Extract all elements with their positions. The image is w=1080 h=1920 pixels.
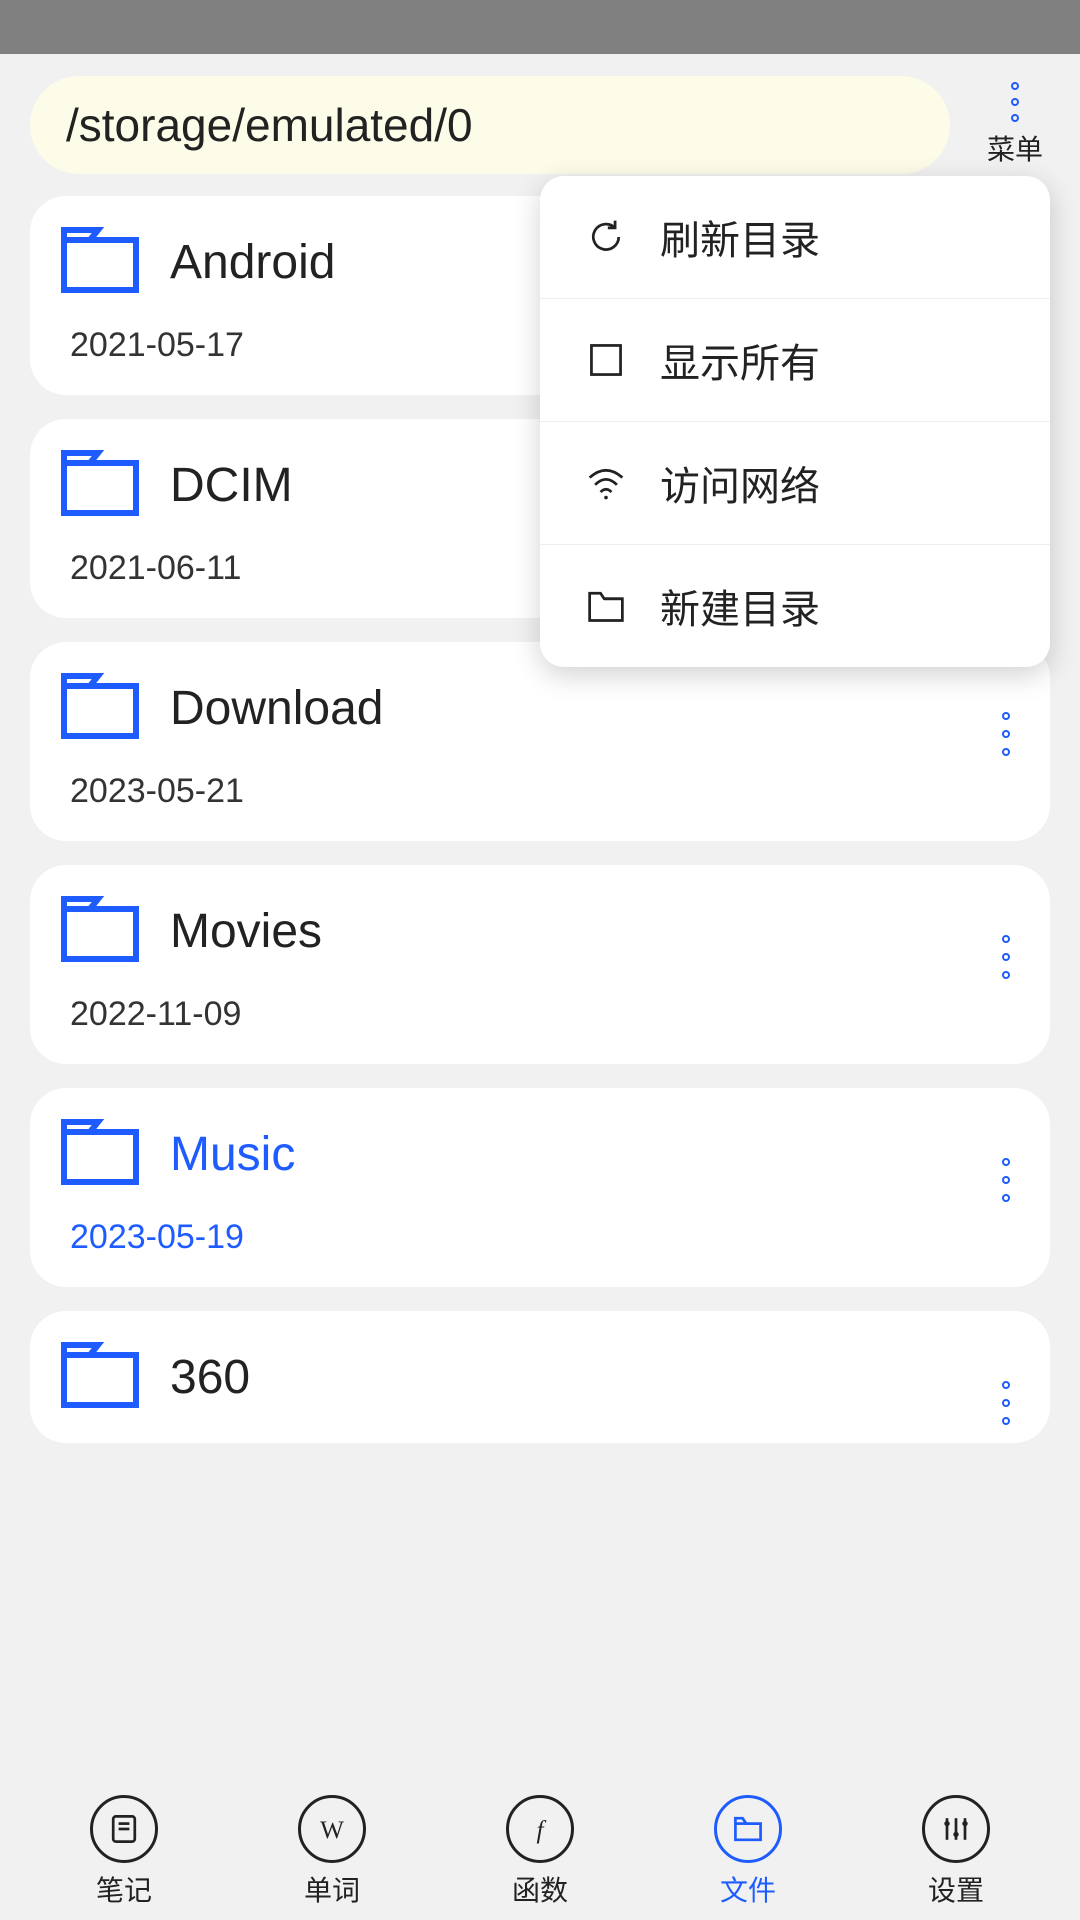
bottom-nav: 笔记 W 单词 f 函数 文件 设置 — [0, 1790, 1080, 1920]
checkbox-icon — [584, 338, 628, 382]
nav-item-label: 文件 — [720, 1869, 776, 1909]
folder-name: DCIM — [170, 458, 293, 513]
folder-name: Music — [170, 1127, 295, 1182]
wifi-icon — [584, 461, 628, 505]
nav-item-label: 设置 — [928, 1869, 984, 1909]
menu-item[interactable]: 访问网络 — [540, 422, 1050, 545]
menu-button[interactable]: 菜单 — [970, 82, 1060, 168]
folder-name: Android — [170, 235, 335, 290]
path-display[interactable]: /storage/emulated/0 — [30, 76, 950, 174]
folder-icon — [60, 1118, 140, 1190]
folder-icon — [60, 672, 140, 744]
files-icon — [714, 1795, 782, 1863]
nav-item[interactable]: 设置 — [922, 1795, 990, 1909]
words-icon: W — [298, 1795, 366, 1863]
folder-name: Movies — [170, 904, 322, 959]
folder-name: Download — [170, 681, 383, 736]
menu-item[interactable]: 显示所有 — [540, 299, 1050, 422]
nav-item[interactable]: 笔记 — [90, 1795, 158, 1909]
folder-icon — [60, 449, 140, 521]
folder-name: 360 — [170, 1350, 250, 1405]
refresh-icon — [584, 215, 628, 259]
item-more-button[interactable] — [1002, 1158, 1010, 1202]
item-more-button[interactable] — [1002, 1381, 1010, 1425]
menu-item-label: 显示所有 — [660, 331, 820, 389]
folder-date: 2022-11-09 — [70, 995, 1020, 1034]
menu-item[interactable]: 新建目录 — [540, 545, 1050, 667]
folder-item[interactable]: Download 2023-05-21 — [30, 642, 1050, 841]
notes-icon — [90, 1795, 158, 1863]
status-bar — [0, 0, 1080, 54]
menu-item[interactable]: 刷新目录 — [540, 176, 1050, 299]
new-folder-icon — [584, 584, 628, 628]
more-vertical-icon — [1011, 82, 1019, 122]
folder-icon — [60, 226, 140, 298]
item-more-button[interactable] — [1002, 712, 1010, 756]
folder-icon — [60, 1341, 140, 1413]
folder-item[interactable]: Movies 2022-11-09 — [30, 865, 1050, 1064]
nav-item-label: 单词 — [304, 1869, 360, 1909]
function-icon: f — [506, 1795, 574, 1863]
nav-item[interactable]: f 函数 — [506, 1795, 574, 1909]
menu-item-label: 刷新目录 — [660, 208, 820, 266]
menu-item-label: 访问网络 — [660, 454, 820, 512]
context-menu: 刷新目录显示所有访问网络新建目录 — [540, 176, 1050, 667]
item-more-button[interactable] — [1002, 935, 1010, 979]
folder-item[interactable]: Music 2023-05-19 — [30, 1088, 1050, 1287]
nav-item-label: 笔记 — [96, 1869, 152, 1909]
menu-button-label: 菜单 — [987, 128, 1043, 168]
nav-item[interactable]: W 单词 — [298, 1795, 366, 1909]
header: /storage/emulated/0 菜单 — [0, 54, 1080, 196]
settings-icon — [922, 1795, 990, 1863]
folder-item[interactable]: 360 — [30, 1311, 1050, 1443]
folder-date: 2023-05-21 — [70, 772, 1020, 811]
svg-text:f: f — [537, 1817, 547, 1844]
nav-item-label: 函数 — [512, 1869, 568, 1909]
folder-icon — [60, 895, 140, 967]
folder-date: 2023-05-19 — [70, 1218, 1020, 1257]
svg-text:W: W — [320, 1817, 344, 1844]
menu-item-label: 新建目录 — [660, 577, 820, 635]
nav-item[interactable]: 文件 — [714, 1795, 782, 1909]
